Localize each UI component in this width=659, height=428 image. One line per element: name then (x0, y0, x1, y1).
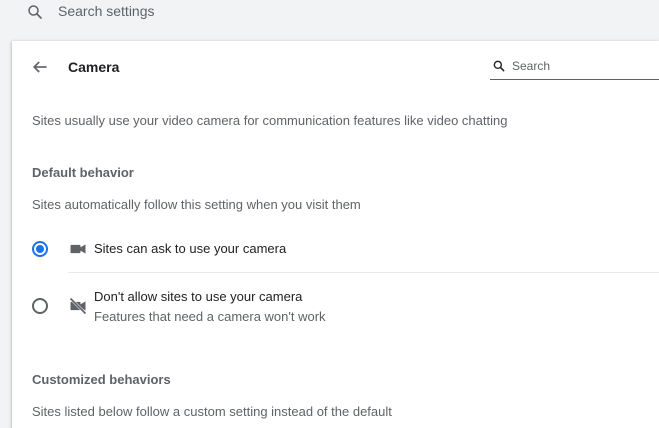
top-search-bar (0, 0, 659, 38)
radio-button-block[interactable] (32, 298, 48, 314)
page-description: Sites usually use your video camera for … (32, 113, 508, 128)
customized-behaviors-subtitle: Sites listed below follow a custom setti… (32, 404, 392, 419)
radio-option-allow-ask[interactable]: Sites can ask to use your camera (12, 231, 659, 267)
search-icon (28, 5, 42, 19)
camera-search-input[interactable] (512, 57, 652, 75)
camera-search-box[interactable] (490, 55, 659, 80)
customized-behaviors-heading: Customized behaviors (32, 372, 171, 387)
radio-label-allow-ask: Sites can ask to use your camera (94, 241, 287, 256)
back-arrow-icon[interactable] (30, 57, 50, 77)
divider (68, 272, 659, 273)
settings-search-input[interactable] (58, 1, 618, 21)
search-icon (493, 60, 505, 72)
camera-icon (70, 244, 86, 254)
page-title: Camera (68, 59, 120, 75)
camera-off-icon (69, 297, 87, 315)
radio-option-block[interactable]: Don't allow sites to use your camera Fea… (12, 281, 659, 327)
camera-settings-card: Camera Sites usually use your video came… (12, 41, 659, 428)
default-behavior-subtitle: Sites automatically follow this setting … (32, 197, 361, 212)
radio-label-block: Don't allow sites to use your camera (94, 289, 303, 304)
radio-sublabel-block: Features that need a camera won't work (94, 309, 326, 324)
default-behavior-heading: Default behavior (32, 165, 134, 180)
radio-button-allow-ask[interactable] (32, 241, 48, 257)
settings-search-box[interactable] (0, 0, 659, 24)
page-header: Camera (12, 41, 659, 93)
